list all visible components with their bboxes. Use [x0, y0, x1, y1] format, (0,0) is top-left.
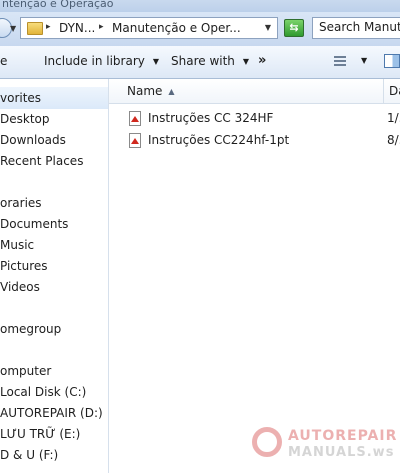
- nav-drive-e[interactable]: LƯU TRỮ (E:): [0, 427, 80, 441]
- folder-icon: [27, 22, 43, 35]
- file-date: 1/.: [387, 111, 400, 125]
- breadcrumb-item[interactable]: Manutenção e Oper...: [112, 21, 241, 35]
- nav-recent-places[interactable]: Recent Places: [0, 154, 83, 168]
- breadcrumb-item[interactable]: DYN...: [59, 21, 95, 35]
- preview-pane-icon[interactable]: [384, 54, 400, 68]
- watermark-line2: MANUALS.ws: [288, 445, 395, 460]
- watermark-line1: AUTOREPAIR: [288, 428, 398, 444]
- nav-desktop[interactable]: Desktop: [0, 112, 50, 126]
- pdf-file-icon: [129, 111, 141, 126]
- more-commands-button[interactable]: »: [258, 53, 266, 68]
- column-header-name[interactable]: Name ▲: [127, 84, 175, 98]
- nav-music[interactable]: Music: [0, 238, 34, 252]
- nav-homegroup[interactable]: omegroup: [0, 322, 61, 336]
- command-bar: e Include in library ▼ Share with ▼ » ▼: [0, 46, 400, 79]
- file-row[interactable]: Instruções CC 324HF 1/.: [109, 109, 400, 130]
- refresh-icon[interactable]: ⇆: [284, 19, 304, 37]
- chevron-right-icon[interactable]: ▸: [46, 22, 51, 32]
- pdf-file-icon: [129, 133, 141, 148]
- nav-local-disk-c[interactable]: Local Disk (C:): [0, 385, 86, 399]
- view-options-icon[interactable]: [334, 56, 346, 67]
- nav-libraries[interactable]: oraries: [0, 196, 42, 210]
- file-date: 8/.: [387, 133, 400, 147]
- nav-drive-d[interactable]: AUTOREPAIR (D:): [0, 406, 103, 420]
- nav-downloads[interactable]: Downloads: [0, 133, 66, 147]
- file-row[interactable]: Instruções CC224hf-1pt 8/.: [109, 131, 400, 152]
- nav-pictures[interactable]: Pictures: [0, 259, 48, 273]
- nav-videos[interactable]: Videos: [0, 280, 40, 294]
- column-divider[interactable]: [383, 79, 384, 103]
- file-name: Instruções CC 324HF: [148, 111, 274, 125]
- window-title: ntenção e Operação: [0, 0, 400, 12]
- column-header-row: Name▲ Da: [109, 79, 400, 104]
- nav-computer[interactable]: omputer: [0, 364, 51, 378]
- navigation-pane: vorites Desktop Downloads Recent Places …: [0, 79, 109, 473]
- column-header-date[interactable]: Da: [389, 84, 400, 98]
- history-dropdown-icon[interactable]: ▼: [10, 24, 16, 33]
- organize-button[interactable]: e: [0, 54, 7, 68]
- dropdown-arrow-icon: ▼: [242, 57, 250, 66]
- nav-documents[interactable]: Documents: [0, 217, 68, 231]
- address-bar[interactable]: ▸ DYN... ▸ Manutenção e Oper... ▼: [20, 17, 278, 39]
- share-with-button[interactable]: Share with ▼: [171, 54, 249, 68]
- file-name: Instruções CC224hf-1pt: [148, 133, 290, 147]
- nav-drive-f[interactable]: D & U (F:): [0, 448, 58, 462]
- address-row: ▼ ▸ DYN... ▸ Manutenção e Oper... ▼ ⇆ Se…: [0, 12, 400, 46]
- view-dropdown-icon[interactable]: ▼: [361, 56, 367, 65]
- sort-ascending-icon: ▲: [168, 87, 175, 96]
- include-in-library-button[interactable]: Include in library ▼: [44, 54, 159, 68]
- file-list: Name▲ Da Instruções CC 324HF 1/. Instruç…: [109, 79, 400, 473]
- chevron-right-icon[interactable]: ▸: [99, 22, 104, 32]
- nav-favorites[interactable]: vorites: [0, 87, 108, 109]
- dropdown-arrow-icon: ▼: [152, 57, 160, 66]
- gear-logo-icon: [252, 427, 282, 457]
- search-input[interactable]: Search Manut...: [312, 17, 400, 39]
- address-dropdown-icon[interactable]: ▼: [265, 23, 271, 32]
- watermark-logo: AUTOREPAIR MANUALS.ws: [250, 425, 400, 465]
